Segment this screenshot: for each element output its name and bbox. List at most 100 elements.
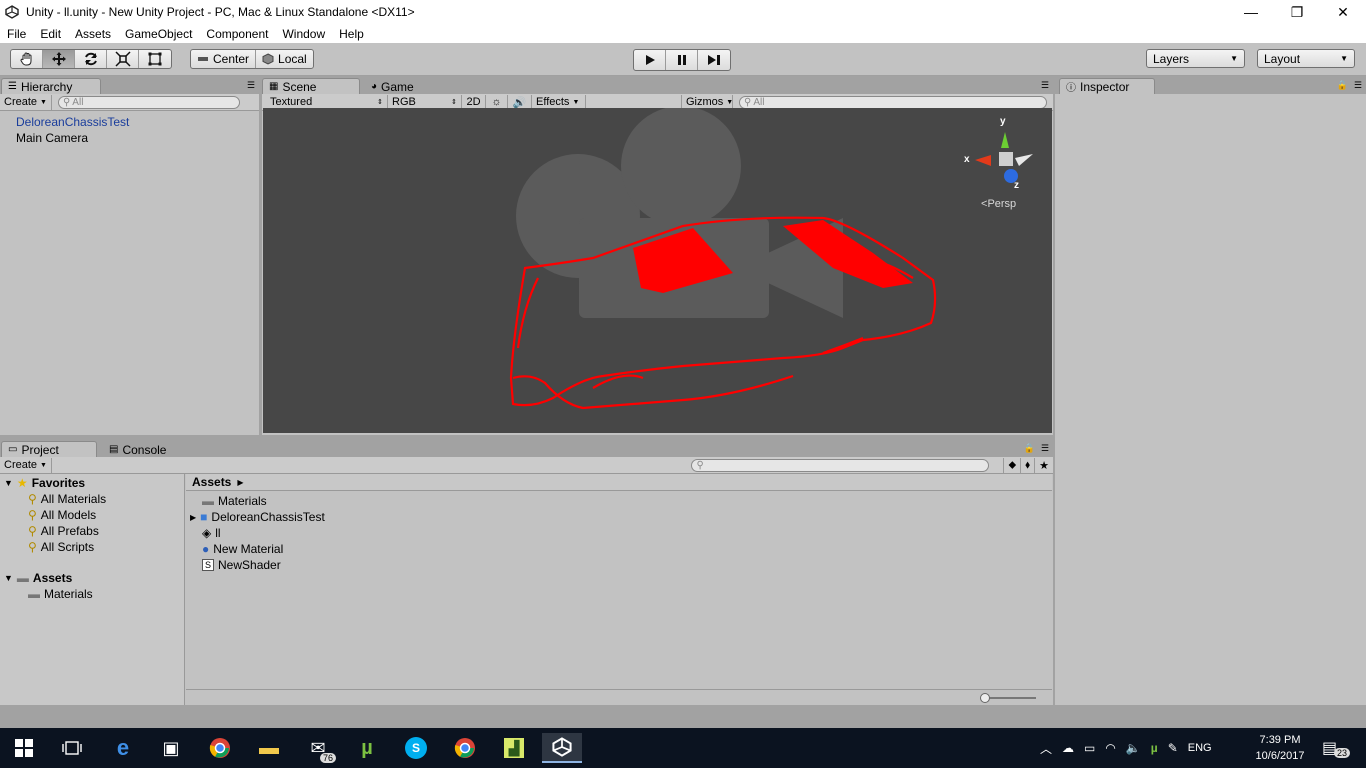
favorites-header[interactable]: ▼ ★ Favorites — [4, 476, 85, 490]
asset-label: DeloreanChassisTest — [211, 510, 325, 524]
edge-app[interactable]: e — [103, 733, 143, 763]
gizmos-label: Gizmos — [686, 96, 724, 108]
persp-toggle[interactable]: <Persp — [981, 198, 1016, 210]
favorite-all-materials[interactable]: ⚲ All Materials — [28, 492, 106, 506]
scene-search-input[interactable]: ⚲ All — [739, 95, 1047, 109]
minimize-button[interactable]: — — [1228, 0, 1274, 24]
asset-new-material[interactable]: ● New Material — [202, 542, 283, 556]
gizmo-x-label: x — [964, 154, 970, 165]
battery-icon[interactable]: ▭ — [1084, 741, 1095, 755]
utorrent-app[interactable]: µ — [347, 733, 387, 763]
pause-button[interactable] — [666, 50, 698, 70]
panel-menu-icon[interactable]: ☰ — [1041, 80, 1049, 91]
menu-help[interactable]: Help — [332, 27, 371, 41]
wifi-icon[interactable]: ◠ — [1105, 741, 1115, 755]
project-create-button[interactable]: Create ▼ — [0, 457, 52, 473]
tab-project[interactable]: ▭ Project — [1, 441, 97, 457]
task-view-button[interactable] — [52, 733, 92, 763]
chart-app[interactable]: ▟ — [494, 733, 534, 763]
filter-type-button[interactable]: ⬥ — [1003, 457, 1022, 473]
lock-icon[interactable]: 🔒 — [1337, 80, 1348, 91]
menu-assets[interactable]: Assets — [68, 27, 118, 41]
language-indicator[interactable]: ENG — [1188, 742, 1212, 754]
chrome-app-2[interactable] — [445, 733, 485, 763]
layout-dropdown[interactable]: Layout ▼ — [1257, 49, 1355, 68]
hierarchy-item-delorean[interactable]: DeloreanChassisTest — [16, 115, 129, 129]
maximize-button[interactable]: ❐ — [1274, 0, 1320, 24]
chrome-icon — [209, 738, 230, 758]
tab-console[interactable]: ▤ Console — [102, 441, 182, 457]
menu-window[interactable]: Window — [275, 27, 332, 41]
windows-taskbar: e ▣ ▬ ✉ 76 µ S ▟ ︿ ☁ ▭ ◠ 🔈 µ ✎ ENG 7:39 P… — [0, 728, 1366, 768]
favorite-all-models[interactable]: ⚲ All Models — [28, 508, 96, 522]
pivot-local-button[interactable]: Local — [256, 50, 313, 68]
pivot-center-button[interactable]: Center — [191, 50, 257, 68]
clock[interactable]: 7:39 PM 10/6/2017 — [1255, 728, 1305, 768]
favorite-all-prefabs[interactable]: ⚲ All Prefabs — [28, 524, 99, 538]
zoom-slider-thumb[interactable] — [980, 693, 990, 703]
skype-app[interactable]: S — [396, 733, 436, 763]
tab-scene[interactable]: ▦ Scene — [262, 78, 360, 94]
filter-label-button[interactable]: ⬧ — [1021, 457, 1036, 473]
action-center-button[interactable]: ▤ 23 — [1322, 728, 1351, 768]
hand-tool-button[interactable] — [11, 50, 43, 68]
tab-hierarchy[interactable]: ☰ Hierarchy — [1, 78, 101, 94]
scene-viewport[interactable]: y x z <Persp — [263, 108, 1052, 433]
asset-materials-folder[interactable]: ▬ Materials — [202, 494, 267, 508]
window-title: Unity - ll.unity - New Unity Project - P… — [26, 5, 415, 19]
rect-tool-button[interactable] — [139, 50, 171, 68]
orientation-gizmo[interactable] — [975, 132, 1033, 183]
step-button[interactable] — [698, 50, 730, 70]
tab-game[interactable]: ◕ Game — [364, 78, 444, 94]
panel-menu-icon[interactable]: ☰ — [247, 80, 255, 91]
favorite-all-scripts[interactable]: ⚲ All Scripts — [28, 540, 94, 554]
pen-icon[interactable]: ✎ — [1168, 741, 1178, 755]
folder-label: Materials — [44, 587, 93, 601]
search-icon: ⚲ — [62, 96, 71, 108]
zoom-slider-track[interactable] — [982, 697, 1036, 699]
asset-ll-scene[interactable]: ◈ ll — [202, 526, 221, 540]
project-search-input[interactable]: ⚲ — [691, 458, 990, 472]
hierarchy-create-label: Create — [4, 96, 38, 108]
file-explorer-app[interactable]: ▬ — [249, 733, 289, 763]
folder-icon: ▬ — [28, 587, 40, 601]
menu-gameobject[interactable]: GameObject — [118, 27, 199, 41]
tab-inspector[interactable]: ⓘ Inspector — [1059, 78, 1155, 94]
lock-icon[interactable]: 🔒 — [1024, 443, 1035, 454]
menu-file[interactable]: File — [0, 27, 33, 41]
breadcrumb-assets[interactable]: Assets — [192, 475, 231, 489]
move-tool-button[interactable] — [43, 50, 75, 68]
start-button[interactable] — [4, 733, 44, 763]
filter-type-icon: ⬥ — [1008, 458, 1017, 471]
menu-component[interactable]: Component — [199, 27, 275, 41]
tree-folder-materials[interactable]: ▬ Materials — [28, 587, 93, 601]
hierarchy-search-input[interactable]: ⚲ All — [57, 95, 240, 109]
hierarchy-item-main-camera[interactable]: Main Camera — [16, 131, 88, 145]
layers-dropdown[interactable]: Layers ▼ — [1146, 49, 1245, 68]
store-app[interactable]: ▣ — [151, 733, 191, 763]
chrome-app[interactable] — [200, 733, 240, 763]
favorites-label: Favorites — [31, 476, 86, 490]
unity-app[interactable] — [542, 733, 582, 763]
menu-edit[interactable]: Edit — [33, 27, 68, 41]
scene-search-placeholder: All — [753, 96, 765, 108]
play-button[interactable] — [634, 50, 666, 70]
scale-tool-button[interactable] — [107, 50, 139, 68]
asset-delorean-model[interactable]: ▶ ■ DeloreanChassisTest — [190, 510, 325, 524]
mail-app[interactable]: ✉ 76 — [298, 733, 338, 763]
favorite-button[interactable]: ★ — [1035, 458, 1053, 473]
updown-arrow-icon: ⇕ — [377, 99, 383, 106]
close-button[interactable]: ✕ — [1320, 0, 1366, 24]
utorrent-tray-icon[interactable]: µ — [1151, 741, 1158, 755]
sun-icon: ☼ — [491, 96, 502, 108]
show-hidden-icons-button[interactable]: ︿ — [1040, 740, 1052, 757]
assets-header[interactable]: ▼ ▬ Assets — [4, 571, 72, 585]
scene-canvas — [509, 108, 1033, 410]
asset-new-shader[interactable]: S NewShader — [202, 558, 281, 572]
panel-menu-icon[interactable]: ☰ — [1041, 443, 1049, 454]
volume-icon[interactable]: 🔈 — [1126, 741, 1141, 755]
onedrive-icon[interactable]: ☁ — [1062, 741, 1074, 755]
panel-menu-icon[interactable]: ☰ — [1354, 80, 1362, 91]
rotate-tool-button[interactable] — [75, 50, 107, 68]
hierarchy-create-button[interactable]: Create ▼ — [0, 94, 52, 110]
